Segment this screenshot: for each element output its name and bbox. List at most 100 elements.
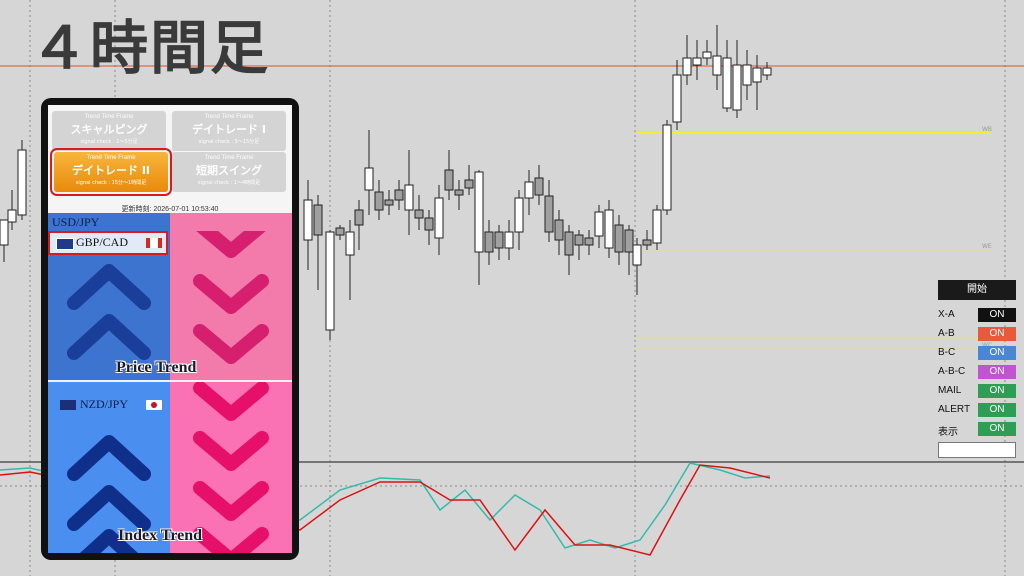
toggle-row-a-b-c: A-B-C ON xyxy=(938,362,1016,381)
candle-body xyxy=(404,184,414,211)
blank-input[interactable] xyxy=(938,442,1016,458)
candle-body xyxy=(434,197,444,239)
toggle-row-b-c: B-C ON xyxy=(938,343,1016,362)
toggle-row-表示: 表示 ON xyxy=(938,419,1016,438)
toggle-list: X-A ON A-B ON B-C ON A-B-C ON MAIL ON ALERT ON 表示 ON xyxy=(938,305,1016,438)
toggle-row-alert: ALERT ON xyxy=(938,400,1016,419)
timeframe-button-scalping[interactable]: Trend Time Frame スキャルピング signal check : … xyxy=(52,111,166,151)
candle-body xyxy=(424,217,434,231)
timeframe-caption: Trend Time Frame xyxy=(204,114,254,120)
candle-body xyxy=(374,191,384,211)
toggle-label: 表示 xyxy=(938,427,958,438)
candle-body xyxy=(335,227,345,236)
toggle-label: A-B-C xyxy=(938,366,966,377)
phone-mockup: Trend Time Frame スキャルピング signal check : … xyxy=(41,98,299,560)
toggle-button[interactable]: ON xyxy=(978,384,1016,398)
toggle-button[interactable]: ON xyxy=(978,365,1016,379)
toggle-button[interactable]: ON xyxy=(978,346,1016,360)
candle-body xyxy=(303,199,313,241)
candle-body xyxy=(712,55,722,76)
timeframe-signal: signal check : 15分～1時間足 xyxy=(75,180,147,186)
pair-cell-usdjpy-up[interactable]: USD/JPY xyxy=(48,213,170,231)
level-label: WE xyxy=(982,243,992,250)
candle-body xyxy=(752,67,762,83)
candle-body xyxy=(642,239,652,246)
candle-body xyxy=(474,171,484,253)
timeframe-caption: Trend Time Frame xyxy=(86,155,136,161)
candle-body xyxy=(7,209,17,223)
candle-body xyxy=(762,67,772,76)
candle-body xyxy=(444,169,454,191)
timeframe-button-daytrade-1[interactable]: Trend Time Frame デイトレード I signal check :… xyxy=(172,111,286,151)
control-panel: 開始 X-A ON A-B ON B-C ON A-B-C ON MAIL ON ALERT ON 表示… xyxy=(938,280,1016,458)
toggle-row-a-b: A-B ON xyxy=(938,324,1016,343)
toggle-button[interactable]: ON xyxy=(978,308,1016,322)
toggle-button[interactable]: ON xyxy=(978,327,1016,341)
toggle-label: ALERT xyxy=(938,404,971,415)
pair-label: USD/JPY xyxy=(52,215,100,229)
candle-body xyxy=(672,74,682,123)
candle-body xyxy=(325,231,335,331)
pair-cell-gbpcad-down[interactable] xyxy=(170,231,292,380)
pair-cell-gbpcad-up[interactable]: GBP/CAD xyxy=(48,231,170,380)
candle-body xyxy=(682,57,692,76)
candle-body xyxy=(504,231,514,249)
timeframe-label: デイトレード II xyxy=(71,164,150,177)
level-label: WB xyxy=(982,126,992,133)
candle-body xyxy=(0,219,9,246)
toggle-button[interactable]: ON xyxy=(978,403,1016,417)
candle-body xyxy=(742,64,752,86)
candle-body xyxy=(414,209,424,219)
candle-body xyxy=(394,189,404,201)
timeframe-signal: signal check : 5～15分足 xyxy=(198,139,260,145)
timeframe-label: デイトレード I xyxy=(192,123,266,136)
candle-body xyxy=(652,209,662,244)
candle-body xyxy=(574,234,584,246)
timeframe-caption: Trend Time Frame xyxy=(84,114,134,120)
candle-body xyxy=(584,237,594,246)
candle-body xyxy=(384,199,394,206)
app-screen: Trend Time Frame スキャルピング signal check : … xyxy=(48,105,292,553)
toggle-label: X-A xyxy=(938,309,955,320)
down-chevrons-icon xyxy=(193,231,269,364)
candle-body xyxy=(702,51,712,59)
candle-body xyxy=(345,231,355,256)
toggle-button[interactable]: ON xyxy=(978,422,1016,436)
candle-body xyxy=(514,197,524,233)
candle-body xyxy=(313,204,323,236)
timeframe-caption: Trend Time Frame xyxy=(204,155,254,161)
up-chevrons-icon xyxy=(67,264,151,360)
candle-body xyxy=(524,181,534,199)
candle-body xyxy=(604,209,614,249)
index-trend-label: Index Trend xyxy=(118,527,203,544)
candle-body xyxy=(484,231,494,253)
candle-body xyxy=(624,229,634,253)
candle-body xyxy=(534,177,544,196)
toggle-row-x-a: X-A ON xyxy=(938,305,1016,324)
candle-body xyxy=(614,224,624,253)
pair-cell-usdjpy-down[interactable] xyxy=(170,213,292,231)
candle-body xyxy=(594,211,604,237)
timeframe-signal: signal check : 1～5分足 xyxy=(80,139,138,145)
candle-body xyxy=(722,57,732,109)
candle-body xyxy=(364,167,374,191)
timeframe-label: 短期スイング xyxy=(196,164,262,177)
page-title: ４時間足 xyxy=(30,14,271,82)
timeframe-button-daytrade-2[interactable]: Trend Time Frame デイトレード II signal check … xyxy=(50,148,172,196)
timeframe-signal: signal check : 1～4時間足 xyxy=(197,180,261,186)
candle-body xyxy=(17,149,27,216)
price-trend-label: Price Trend xyxy=(116,359,197,376)
candle-body xyxy=(544,195,554,233)
candle-body xyxy=(554,219,564,241)
timeframe-button-swing[interactable]: Trend Time Frame 短期スイング signal check : 1… xyxy=(172,152,286,192)
start-button[interactable]: 開始 xyxy=(938,280,1016,300)
candle-body xyxy=(732,64,742,111)
candle-body xyxy=(692,57,702,66)
timeframe-label: スキャルピング xyxy=(70,123,148,136)
candle-body xyxy=(564,231,574,256)
candle-body xyxy=(464,179,474,189)
candle-body xyxy=(662,124,672,211)
toggle-label: B-C xyxy=(938,347,956,358)
toggle-label: MAIL xyxy=(938,385,962,396)
toggle-label: A-B xyxy=(938,328,955,339)
